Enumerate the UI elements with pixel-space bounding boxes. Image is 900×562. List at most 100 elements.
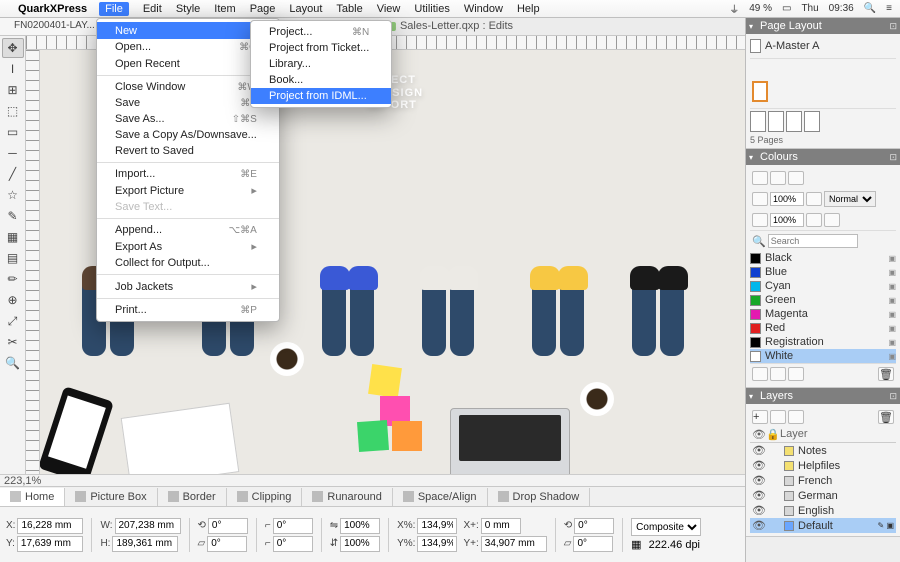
tool-button[interactable]: ⊕ (2, 290, 24, 310)
tool-button[interactable]: ✎ (2, 206, 24, 226)
visibility-icon[interactable]: 👁 (752, 474, 764, 487)
menu-item[interactable]: Print...⌘P (97, 302, 279, 318)
h-input[interactable] (112, 536, 178, 552)
tool-button[interactable]: ▤ (2, 248, 24, 268)
submenu-item[interactable]: Project from Ticket... (251, 40, 391, 56)
menu-help[interactable]: Help (517, 3, 540, 15)
page-thumb[interactable] (804, 111, 820, 132)
colour-row[interactable]: White▣ (750, 349, 896, 363)
flip-h-icon[interactable]: ⇋ (330, 520, 338, 531)
colour-row[interactable]: Blue▣ (750, 265, 896, 279)
slash-icon[interactable] (824, 213, 840, 227)
layer-row[interactable]: 👁Helpfiles (750, 458, 896, 473)
tool-button[interactable]: ⬚ (2, 101, 24, 121)
menu-view[interactable]: View (377, 3, 401, 15)
menu-edit[interactable]: Edit (143, 3, 162, 15)
menu-utilities[interactable]: Utilities (414, 3, 449, 15)
menu-item[interactable]: Save As...⇧⌘S (97, 111, 279, 127)
menu-page[interactable]: Page (250, 3, 276, 15)
tool-button[interactable]: ✥ (2, 38, 24, 58)
measurement-tab[interactable]: Border (158, 488, 227, 506)
tool-button[interactable]: ☆ (2, 185, 24, 205)
menu-window[interactable]: Window (464, 3, 503, 15)
measurement-tab[interactable]: Picture Box (65, 488, 157, 506)
angle-input[interactable] (208, 518, 248, 534)
menu-table[interactable]: Table (336, 3, 362, 15)
menu-item[interactable]: Export Picture (97, 182, 279, 199)
layer-row[interactable]: 👁English (750, 503, 896, 518)
measurement-tab[interactable]: Home (0, 488, 65, 506)
submenu-item[interactable]: Project from IDML... (251, 88, 391, 104)
visibility-icon[interactable]: 👁 (752, 504, 764, 517)
tool-button[interactable]: ✂ (2, 332, 24, 352)
layer-row[interactable]: 👁Default✎ ▣ (750, 518, 896, 533)
measurement-tab[interactable]: Space/Align (393, 488, 488, 506)
layer-row[interactable]: 👁French (750, 473, 896, 488)
new-colour-button[interactable] (752, 367, 768, 381)
tool-button[interactable]: ─ (2, 143, 24, 163)
visibility-icon[interactable]: 👁 (752, 459, 764, 472)
edit-colour-button[interactable] (770, 367, 786, 381)
colour-search[interactable] (768, 234, 858, 248)
yoff-input[interactable] (481, 536, 547, 552)
dup-colour-button[interactable] (788, 367, 804, 381)
visibility-icon[interactable]: 👁 (752, 519, 764, 532)
tool-button[interactable]: ▭ (2, 122, 24, 142)
tool-button[interactable]: ╱ (2, 164, 24, 184)
document-tab[interactable]: FN0200401-LAY... (0, 18, 110, 35)
menu-item[interactable]: Revert to Saved (97, 143, 279, 159)
square-icon[interactable] (806, 213, 822, 227)
layer-row[interactable]: 👁German (750, 488, 896, 503)
menu-item[interactable]: Save a Copy As/Downsave... (97, 127, 279, 143)
scale2-input[interactable] (340, 536, 380, 552)
menu-icon[interactable]: ≡ (886, 3, 892, 14)
panel-header[interactable]: Layers⊡ (746, 388, 900, 404)
merge-button[interactable] (770, 410, 786, 424)
scale-input[interactable] (340, 518, 380, 534)
x-input[interactable] (17, 518, 83, 534)
menu-item[interactable]: Job Jackets (97, 278, 279, 295)
page-thumb[interactable] (750, 111, 766, 132)
submenu-item[interactable]: Book... (251, 72, 391, 88)
clock-time[interactable]: 09:36 (829, 3, 854, 14)
tint-icon[interactable] (752, 213, 768, 227)
pic-angle-input[interactable] (574, 518, 614, 534)
spotlight-icon[interactable]: 🔍 (864, 3, 876, 14)
tool-button[interactable]: ⊞ (2, 80, 24, 100)
xoff-input[interactable] (481, 518, 521, 534)
colour-row[interactable]: Black▣ (750, 251, 896, 265)
yp-input[interactable] (417, 536, 457, 552)
clock-day[interactable]: Thu (801, 3, 818, 14)
app-name[interactable]: QuarkXPress (18, 3, 87, 15)
trash-icon[interactable]: 🗑 (878, 410, 894, 424)
visibility-icon[interactable]: 👁 (752, 489, 764, 502)
menu-item[interactable]: Item (214, 3, 235, 15)
tint-input[interactable] (770, 213, 804, 227)
zoom-value[interactable]: 223,1% (4, 475, 41, 487)
stroke-icon[interactable] (770, 171, 786, 185)
measurement-tab[interactable]: Runaround (302, 488, 392, 506)
flip-v-icon[interactable]: ⇵ (330, 538, 338, 549)
measurement-tab[interactable]: Clipping (227, 488, 303, 506)
page-thumb[interactable] (752, 81, 768, 102)
tool-button[interactable]: ✏ (2, 269, 24, 289)
gradient-icon[interactable] (806, 192, 822, 206)
mode-select[interactable]: Composite (631, 518, 701, 536)
opacity-input[interactable] (770, 192, 804, 206)
layer-row[interactable]: 👁Notes (750, 443, 896, 458)
submenu-item[interactable]: Library... (251, 56, 391, 72)
close-icon[interactable]: ⊡ (889, 391, 897, 402)
panel-header[interactable]: Colours⊡ (746, 149, 900, 165)
colour-row[interactable]: Registration▣ (750, 335, 896, 349)
tool-button[interactable]: 🔍 (2, 353, 24, 373)
trash-icon[interactable]: 🗑 (878, 367, 894, 381)
corner-a-input[interactable] (273, 518, 313, 534)
swap-icon[interactable] (788, 171, 804, 185)
menu-item[interactable]: Import...⌘E (97, 166, 279, 182)
wifi-icon[interactable]: ⏚ (729, 1, 739, 16)
menu-layout[interactable]: Layout (289, 3, 322, 15)
skew-input[interactable] (207, 536, 247, 552)
move-button[interactable] (788, 410, 804, 424)
colour-row[interactable]: Cyan▣ (750, 279, 896, 293)
tool-button[interactable]: ▦ (2, 227, 24, 247)
